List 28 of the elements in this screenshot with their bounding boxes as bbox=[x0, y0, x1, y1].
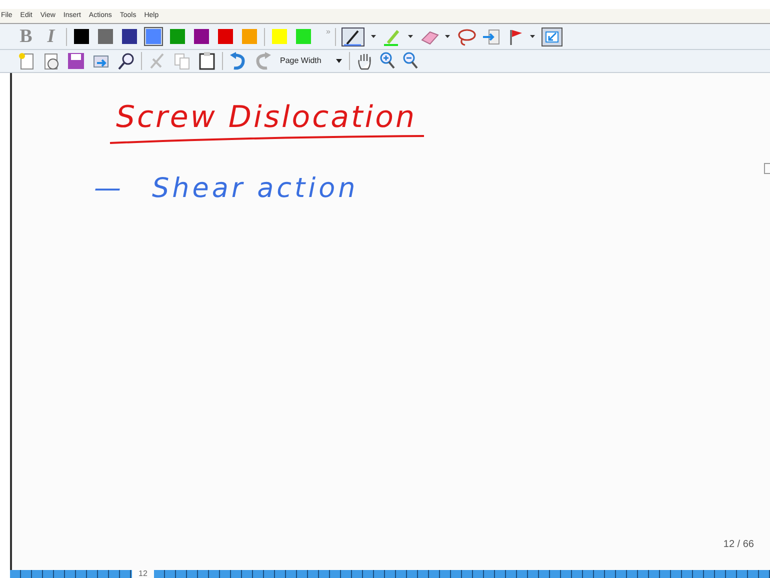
caret-icon bbox=[336, 59, 342, 63]
zoom-in-icon[interactable] bbox=[378, 51, 396, 71]
search-icon[interactable] bbox=[116, 51, 136, 71]
pen-button[interactable] bbox=[341, 26, 366, 46]
handwritten-text: Shear action bbox=[152, 172, 358, 206]
color-swatch[interactable] bbox=[270, 27, 289, 46]
page-indicator: 12 / 66 bbox=[723, 538, 754, 552]
pan-hand-icon[interactable] bbox=[355, 51, 373, 71]
handwritten-title: Screw Dislocation bbox=[116, 99, 416, 137]
color-swatch[interactable] bbox=[96, 27, 115, 46]
color-swatch[interactable] bbox=[120, 27, 139, 46]
color-swatch[interactable] bbox=[168, 27, 187, 46]
fullscreen-button[interactable] bbox=[541, 26, 564, 46]
color-swatch[interactable] bbox=[144, 27, 163, 46]
color-swatch[interactable] bbox=[240, 27, 259, 46]
save-icon[interactable] bbox=[66, 51, 86, 71]
new-page-icon[interactable] bbox=[16, 51, 36, 71]
color-swatch[interactable] bbox=[192, 27, 211, 46]
paste-icon[interactable] bbox=[197, 51, 217, 71]
scroll-marker-icon bbox=[764, 163, 770, 175]
color-swatch[interactable] bbox=[72, 27, 91, 46]
color-swatch[interactable] bbox=[294, 27, 313, 46]
zoom-out-icon[interactable] bbox=[401, 51, 419, 71]
handwritten-dash: — bbox=[94, 172, 124, 206]
undo-icon[interactable] bbox=[228, 51, 248, 71]
color-swatch[interactable] bbox=[216, 27, 235, 46]
taskbar-label: 12 bbox=[138, 570, 148, 578]
lasso-icon[interactable] bbox=[456, 26, 476, 46]
